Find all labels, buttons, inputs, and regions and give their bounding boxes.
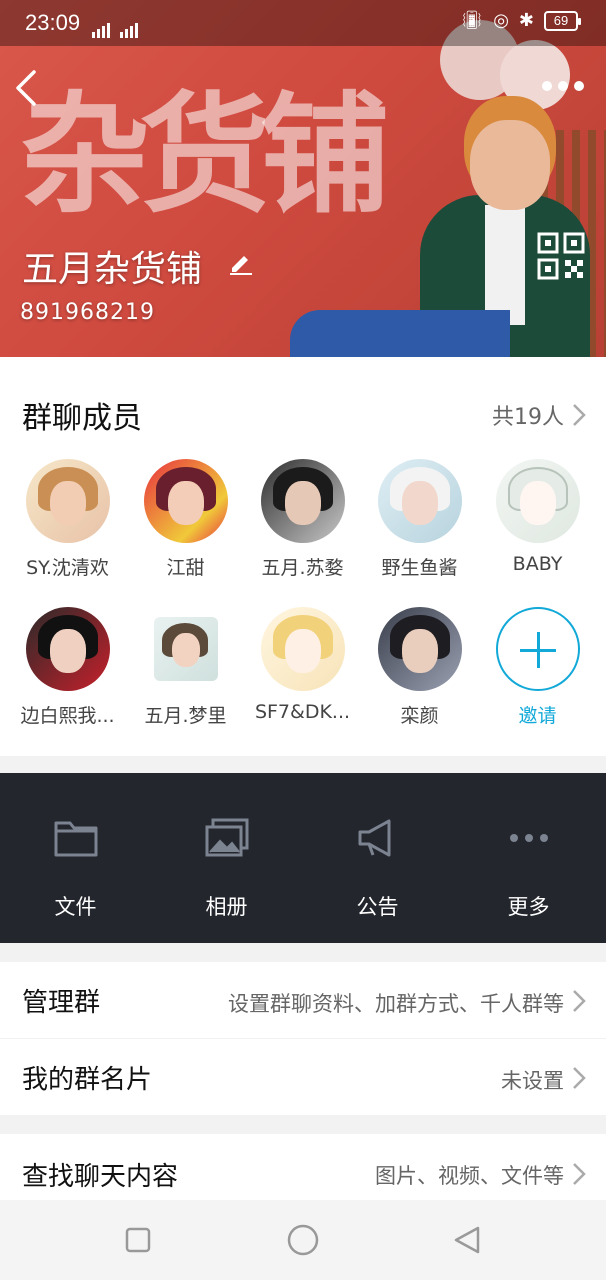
more-options-icon[interactable] [542,74,592,98]
row-value: 未设置 [501,1069,564,1093]
tool-label: 文件 [54,895,97,919]
status-bar: 23:09 📳︎ ◎ ✱ 69 [0,0,606,46]
member-name: 江甜 [166,557,205,579]
lock-rotation-icon: ◎ [493,10,509,30]
avatar [260,459,345,543]
tool-label: 更多 [507,895,550,919]
chevron-right-icon [573,990,586,1012]
members-count[interactable]: 共19人 [492,399,564,431]
folder-icon [54,821,97,857]
member-item[interactable]: 五月.苏婺 [244,459,361,580]
qr-code-icon[interactable] [537,232,585,280]
tool-files[interactable]: 文件 [0,773,151,943]
member-name: 野生鱼酱 [381,557,458,579]
avatar [143,459,228,543]
members-section: 群聊成员 共19人 SY.沈清欢 江甜 五月.苏婺 野生鱼酱 BABY 边白熙我… [0,357,606,756]
member-item[interactable]: 边白熙我... [9,607,126,728]
tool-label: 相册 [205,895,248,919]
group-card-row[interactable]: 我的群名片 未设置 [0,1039,606,1115]
row-value: 图片、视频、文件等 [375,1164,564,1188]
member-name: SF7&DK... [254,701,351,723]
member-item[interactable]: BABY [479,459,596,575]
chevron-right-icon[interactable] [572,403,586,427]
chevron-right-icon [573,1067,586,1089]
more-dots-icon [509,834,548,842]
members-title: 群聊成员 [22,401,142,436]
tool-more[interactable]: 更多 [453,773,604,943]
status-time: 23:09 [25,10,81,35]
group-id: 891968219 [20,300,155,325]
tool-album[interactable]: 相册 [151,773,302,943]
avatar [377,459,462,543]
recent-apps-icon[interactable] [120,1222,156,1258]
tool-announcement[interactable]: 公告 [302,773,453,943]
member-item[interactable]: 栾颜 [361,607,478,728]
banner-calligraphy: 杂货铺 [20,78,390,231]
member-name: 栾颜 [400,705,439,727]
vibrate-icon: 📳︎ [460,10,484,30]
back-icon[interactable] [10,66,44,110]
system-nav-bar [0,1200,606,1280]
back-nav-icon[interactable] [450,1222,486,1258]
home-icon[interactable] [285,1222,321,1258]
member-item[interactable]: 五月.梦里 [127,607,244,728]
member-name: 五月.梦里 [144,705,227,727]
search-chat-row[interactable]: 查找聊天内容 图片、视频、文件等 [0,1134,606,1200]
avatar [260,607,345,691]
member-item[interactable]: 江甜 [127,459,244,580]
battery-icon: 69 [544,10,581,31]
avatar [153,617,218,681]
row-label: 管理群 [22,988,101,1018]
album-icon [205,818,248,857]
member-item[interactable]: 野生鱼酱 [361,459,478,580]
manage-group-row[interactable]: 管理群 设置群聊资料、加群方式、千人群等 [0,962,606,1038]
member-item[interactable]: SF7&DK... [244,607,361,723]
member-name: BABY [512,553,563,575]
member-name: 边白熙我... [20,705,115,727]
invite-button[interactable]: 邀请 [479,607,596,728]
edit-icon[interactable] [226,248,254,276]
avatar [377,607,462,691]
row-value: 设置群聊资料、加群方式、千人群等 [228,992,564,1016]
avatar [495,459,580,543]
tool-label: 公告 [356,895,399,919]
row-label: 查找聊天内容 [22,1162,179,1192]
avatar [25,459,110,543]
announcement-icon [358,819,390,857]
bluetooth-icon: ✱ [518,10,534,30]
signal-icon [92,20,138,38]
avatar [25,607,110,691]
member-name: SY.沈清欢 [26,557,109,579]
member-item[interactable]: SY.沈清欢 [9,459,126,580]
row-label: 我的群名片 [22,1065,153,1095]
chevron-right-icon [573,1163,586,1185]
invite-label: 邀请 [518,705,557,727]
member-name: 五月.苏婺 [261,557,344,579]
plus-icon[interactable] [495,607,580,691]
group-name: 五月杂货铺 [22,249,203,290]
tools-bar: 文件 相册 公告 更多 [0,773,606,943]
